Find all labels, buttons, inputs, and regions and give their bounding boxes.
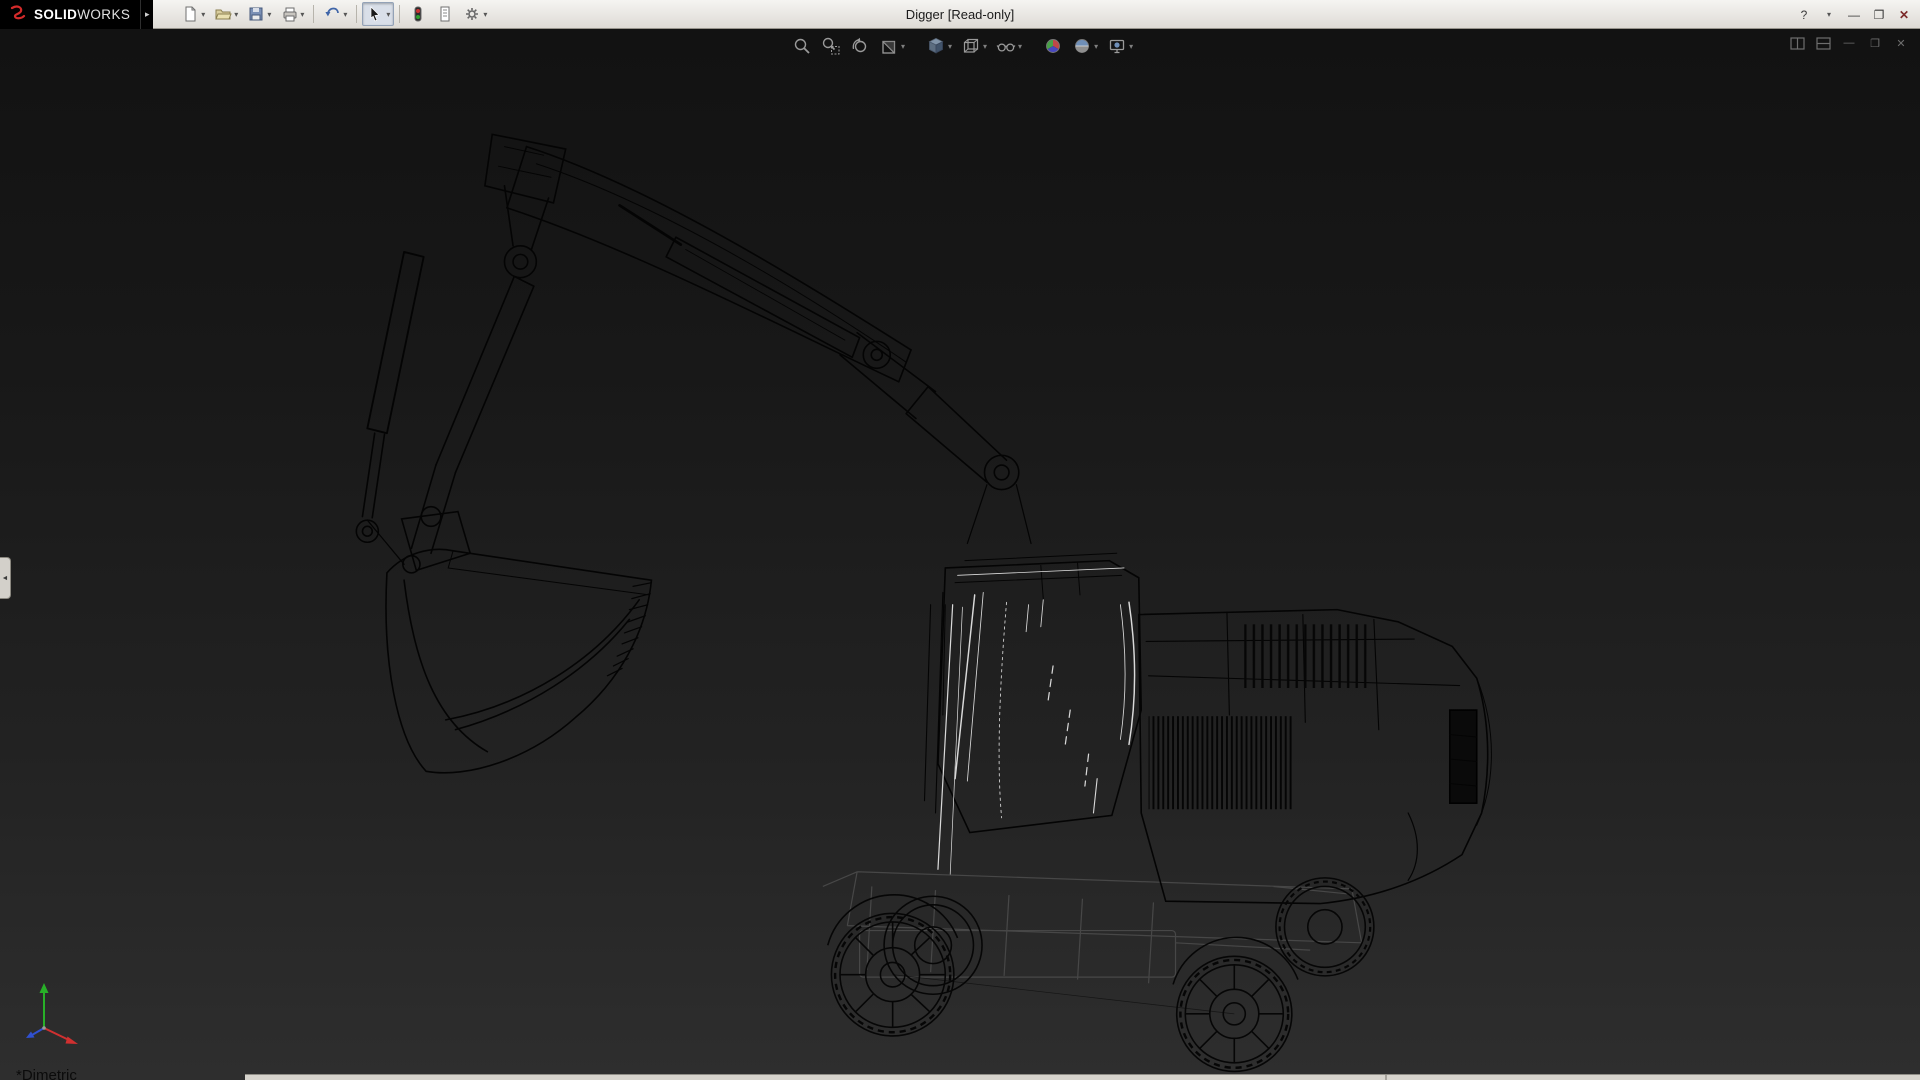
toolbar-separator	[356, 5, 357, 23]
options-gear-icon	[463, 5, 481, 23]
view-orientation-cube-icon	[926, 36, 946, 56]
chevron-down-icon[interactable]: ▾	[1018, 42, 1022, 51]
toolbar-separator	[313, 5, 314, 23]
select-cursor-icon	[366, 5, 384, 23]
titlebar: SOLIDWORKS ▸ ▾ ▾	[0, 0, 1920, 29]
undo-arrow-icon	[323, 5, 341, 23]
hide-show-eyeglasses-icon	[996, 36, 1016, 56]
view-settings-button[interactable]: ▾	[1106, 35, 1134, 57]
chevron-down-icon[interactable]: ▾	[948, 42, 952, 51]
split-pane-vertical-icon	[1790, 37, 1805, 50]
chevron-down-icon[interactable]: ▾	[386, 10, 390, 19]
orientation-triad	[14, 978, 94, 1058]
chevron-down-icon[interactable]: ▾	[983, 42, 987, 51]
close-button[interactable]: ✕	[1894, 5, 1914, 25]
window-controls: ? ▾ — ❐ ✕	[1794, 0, 1914, 29]
minimize-button[interactable]: —	[1844, 5, 1864, 25]
zoom-to-fit-button[interactable]	[791, 35, 813, 57]
edit-appearance-button[interactable]	[1042, 35, 1064, 57]
select-tool-button[interactable]: ▾	[362, 2, 394, 26]
heads-up-view-toolbar: ▾ ▾ ▾	[791, 35, 1134, 57]
graphics-area[interactable]: ▾ ▾ ▾	[0, 29, 1920, 1080]
file-properties-icon	[436, 5, 454, 23]
chevron-down-icon[interactable]: ▾	[201, 10, 205, 19]
document-window-controls: — ❐ ✕	[1788, 35, 1910, 51]
wireframe-lines	[356, 134, 1491, 903]
solidworks-window: SOLIDWORKS ▸ ▾ ▾	[0, 0, 1920, 1080]
edit-appearance-ball-icon	[1043, 36, 1063, 56]
chassis-ghost-lines	[823, 872, 1362, 983]
document-restore-button[interactable]: ❐	[1866, 35, 1884, 51]
solidworks-wordmark: SOLIDWORKS	[34, 7, 130, 22]
view-settings-icon	[1107, 36, 1127, 56]
chevron-down-icon[interactable]: ▾	[1094, 42, 1098, 51]
chevron-down-icon[interactable]: ▾	[483, 10, 487, 19]
document-close-button[interactable]: ✕	[1892, 35, 1910, 51]
save-button[interactable]: ▾	[243, 2, 275, 26]
chevron-down-icon[interactable]: ▾	[267, 10, 271, 19]
rebuild-stoplight-icon	[409, 5, 427, 23]
view-orientation-button[interactable]: ▾	[925, 35, 953, 57]
new-document-button[interactable]: ▾	[177, 2, 209, 26]
split-pane-horizontal-button[interactable]	[1814, 35, 1832, 51]
print-icon	[280, 5, 298, 23]
save-floppy-icon	[247, 5, 265, 23]
solidworks-logo: SOLIDWORKS	[0, 0, 140, 29]
zoom-to-fit-icon	[792, 36, 812, 56]
status-bar-divider	[1385, 1075, 1387, 1080]
menu-expand-arrow[interactable]: ▸	[140, 0, 153, 29]
document-minimize-button[interactable]: —	[1840, 35, 1858, 51]
display-style-button[interactable]: ▾	[960, 35, 988, 57]
print-button[interactable]: ▾	[276, 2, 308, 26]
status-bar-edge	[245, 1074, 1920, 1080]
apply-scene-icon	[1072, 36, 1092, 56]
previous-view-icon	[850, 36, 870, 56]
options-button[interactable]: ▾	[459, 2, 491, 26]
undo-button[interactable]: ▾	[319, 2, 351, 26]
zoom-to-area-button[interactable]	[820, 35, 842, 57]
split-pane-horizontal-icon	[1816, 37, 1831, 50]
triad-y-axis	[40, 983, 49, 1028]
previous-view-button[interactable]	[849, 35, 871, 57]
wheel-wireframes	[828, 878, 1374, 1072]
help-chevron-down-icon[interactable]: ▾	[1819, 5, 1839, 25]
toolbar-separator	[399, 5, 400, 23]
open-folder-icon	[214, 5, 232, 23]
new-document-icon	[181, 5, 199, 23]
triad-z-axis	[26, 1028, 44, 1038]
open-button[interactable]: ▾	[210, 2, 242, 26]
view-orientation-label: *Dimetric	[16, 1067, 77, 1080]
help-button[interactable]: ?	[1794, 5, 1814, 25]
maximize-button[interactable]: ❐	[1869, 5, 1889, 25]
file-properties-button[interactable]	[432, 2, 458, 26]
split-pane-vertical-button[interactable]	[1788, 35, 1806, 51]
hide-show-items-button[interactable]: ▾	[995, 35, 1023, 57]
digger-wireframe-model	[0, 29, 1920, 1080]
section-view-button[interactable]: ▾	[878, 35, 906, 57]
triad-origin	[42, 1026, 46, 1030]
chevron-down-icon[interactable]: ▾	[343, 10, 347, 19]
chevron-down-icon[interactable]: ▾	[234, 10, 238, 19]
apply-scene-button[interactable]: ▾	[1071, 35, 1099, 57]
solidworks-logo-icon	[8, 5, 28, 23]
triad-x-axis	[44, 1028, 78, 1044]
document-title: Digger [Read-only]	[906, 7, 1014, 22]
chevron-down-icon[interactable]: ▾	[300, 10, 304, 19]
display-style-wireframe-icon	[961, 36, 981, 56]
zoom-to-area-icon	[821, 36, 841, 56]
standard-toolbar: ▾ ▾ ▾	[177, 2, 491, 26]
chevron-down-icon[interactable]: ▾	[901, 42, 905, 51]
rebuild-button[interactable]	[405, 2, 431, 26]
section-view-icon	[879, 36, 899, 56]
feature-manager-collapsed-tab[interactable]: ◄	[0, 557, 11, 599]
chevron-down-icon[interactable]: ▾	[1129, 42, 1133, 51]
